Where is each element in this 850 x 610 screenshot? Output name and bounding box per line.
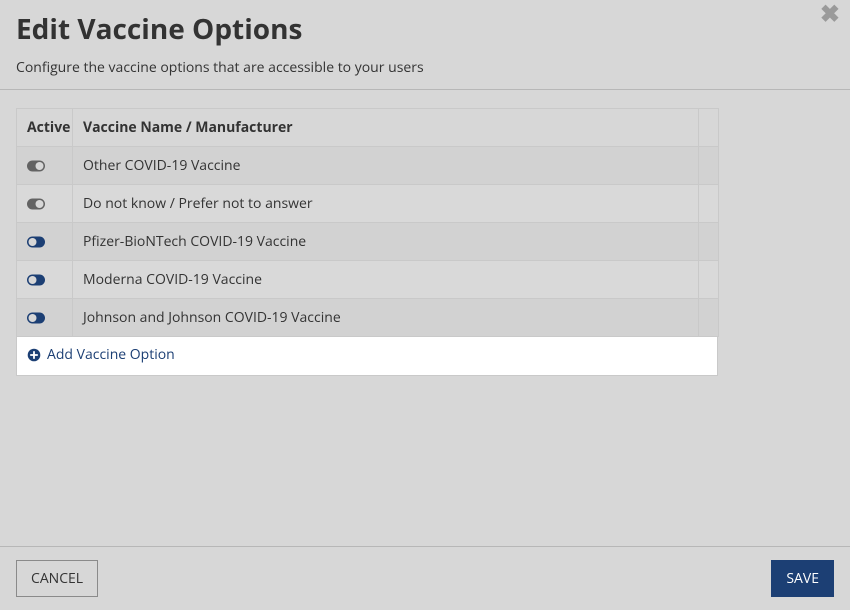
modal-header: Edit Vaccine Options Configure the vacci… [0, 0, 850, 89]
toggle-icon[interactable] [27, 198, 45, 210]
vaccine-options-table: Active Vaccine Name / Manufacturer Other… [16, 108, 719, 337]
blank-cell [699, 147, 719, 185]
active-cell [17, 185, 73, 223]
vaccine-name-cell: Pfizer-BioNTech COVID-19 Vaccine [73, 223, 699, 261]
toggle-icon[interactable] [27, 274, 45, 286]
table-row: Moderna COVID-19 Vaccine [17, 261, 719, 299]
add-vaccine-link[interactable]: Add Vaccine Option [27, 345, 175, 364]
add-vaccine-row: Add Vaccine Option [16, 337, 718, 376]
blank-cell [699, 185, 719, 223]
active-cell [17, 299, 73, 337]
plus-circle-icon [27, 348, 41, 362]
edit-vaccine-modal: ✖ Edit Vaccine Options Configure the vac… [0, 0, 850, 610]
col-header-name: Vaccine Name / Manufacturer [73, 109, 699, 147]
vaccine-name-cell: Other COVID-19 Vaccine [73, 147, 699, 185]
col-header-active: Active [17, 109, 73, 147]
add-vaccine-label: Add Vaccine Option [47, 345, 175, 364]
toggle-icon[interactable] [27, 312, 45, 324]
modal-footer: CANCEL SAVE [0, 546, 850, 610]
active-cell [17, 261, 73, 299]
modal-title: Edit Vaccine Options [16, 10, 834, 48]
modal-body: Active Vaccine Name / Manufacturer Other… [0, 90, 850, 376]
active-cell [17, 223, 73, 261]
toggle-icon[interactable] [27, 236, 45, 248]
modal-subtitle: Configure the vaccine options that are a… [16, 58, 834, 77]
save-button[interactable]: SAVE [771, 560, 834, 597]
toggle-icon[interactable] [27, 160, 45, 172]
blank-cell [699, 261, 719, 299]
table-row: Other COVID-19 Vaccine [17, 147, 719, 185]
active-cell [17, 147, 73, 185]
table-row: Do not know / Prefer not to answer [17, 185, 719, 223]
vaccine-name-cell: Moderna COVID-19 Vaccine [73, 261, 699, 299]
table-header-row: Active Vaccine Name / Manufacturer [17, 109, 719, 147]
close-icon[interactable]: ✖ [820, 2, 840, 26]
table-row: Pfizer-BioNTech COVID-19 Vaccine [17, 223, 719, 261]
blank-cell [699, 299, 719, 337]
col-header-blank [699, 109, 719, 147]
cancel-button[interactable]: CANCEL [16, 560, 98, 597]
vaccine-name-cell: Do not know / Prefer not to answer [73, 185, 699, 223]
table-row: Johnson and Johnson COVID-19 Vaccine [17, 299, 719, 337]
vaccine-name-cell: Johnson and Johnson COVID-19 Vaccine [73, 299, 699, 337]
blank-cell [699, 223, 719, 261]
